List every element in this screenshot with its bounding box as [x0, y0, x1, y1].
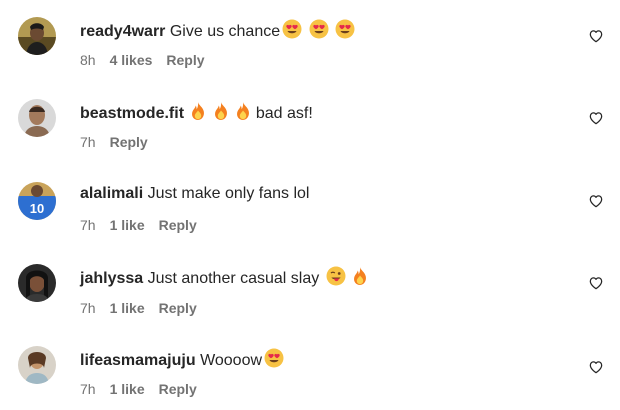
comment-username[interactable]: lifeasmamajuju: [80, 352, 196, 369]
comment-item: jahlyssa Just another casual slay 7h 1 li…: [0, 246, 620, 326]
like-heart-icon[interactable]: [588, 110, 604, 126]
like-heart-icon[interactable]: [588, 28, 604, 44]
comment-text: Just make only fans lol: [147, 185, 310, 202]
reply-button[interactable]: Reply: [159, 381, 197, 397]
comment-text: Woooow: [200, 352, 263, 369]
comment-text: Just another casual slay: [147, 270, 320, 287]
reply-button[interactable]: Reply: [166, 52, 204, 68]
avatar[interactable]: 10: [18, 182, 56, 220]
reply-button[interactable]: Reply: [110, 134, 148, 150]
like-heart-icon[interactable]: [588, 359, 604, 375]
comment-item: ready4warr Give us chance 8h 4 likes Reply: [0, 0, 620, 80]
svg-text:10: 10: [30, 201, 44, 216]
comment-likes[interactable]: 1 like: [110, 381, 145, 397]
reply-button[interactable]: Reply: [159, 217, 197, 233]
reply-button[interactable]: Reply: [159, 300, 197, 316]
fire-icon: [352, 266, 368, 286]
comment-time: 8h: [80, 52, 96, 68]
fire-icon: [235, 101, 251, 121]
comment-text: Give us chance: [169, 23, 281, 40]
winking-face-with-tongue-icon: [326, 266, 346, 286]
avatar[interactable]: [18, 346, 56, 384]
comment-time: 7h: [80, 300, 96, 316]
smiling-face-with-heart-eyes-icon: [309, 19, 329, 39]
smiling-face-with-heart-eyes-icon: [335, 19, 355, 39]
like-heart-icon[interactable]: [588, 275, 604, 291]
comment-item: lifeasmamajuju Woooow 7h 1 like Reply: [0, 328, 620, 408]
comment-time: 7h: [80, 134, 96, 150]
fire-icon: [190, 101, 206, 121]
like-heart-icon[interactable]: [588, 193, 604, 209]
comment-username[interactable]: ready4warr: [80, 23, 165, 40]
comment-time: 7h: [80, 217, 96, 233]
avatar[interactable]: [18, 264, 56, 302]
comment-item: beastmode.fit bad asf! 7h Reply: [0, 82, 620, 162]
comment-likes[interactable]: 1 like: [110, 300, 145, 316]
fire-icon: [213, 101, 229, 121]
comment-username[interactable]: beastmode.fit: [80, 105, 184, 122]
comment-text: bad asf!: [255, 105, 313, 122]
avatar[interactable]: [18, 99, 56, 137]
avatar[interactable]: [18, 17, 56, 55]
smiling-face-with-heart-eyes-icon: [264, 348, 284, 368]
comment-time: 7h: [80, 381, 96, 397]
comment-username[interactable]: alalimali: [80, 185, 143, 202]
comment-item: 10 alalimali Just make only fans lol 7h 1…: [0, 164, 620, 244]
smiling-face-with-heart-eyes-icon: [282, 19, 302, 39]
comment-likes[interactable]: 1 like: [110, 217, 145, 233]
comment-likes[interactable]: 4 likes: [110, 52, 153, 68]
comment-username[interactable]: jahlyssa: [80, 270, 143, 287]
